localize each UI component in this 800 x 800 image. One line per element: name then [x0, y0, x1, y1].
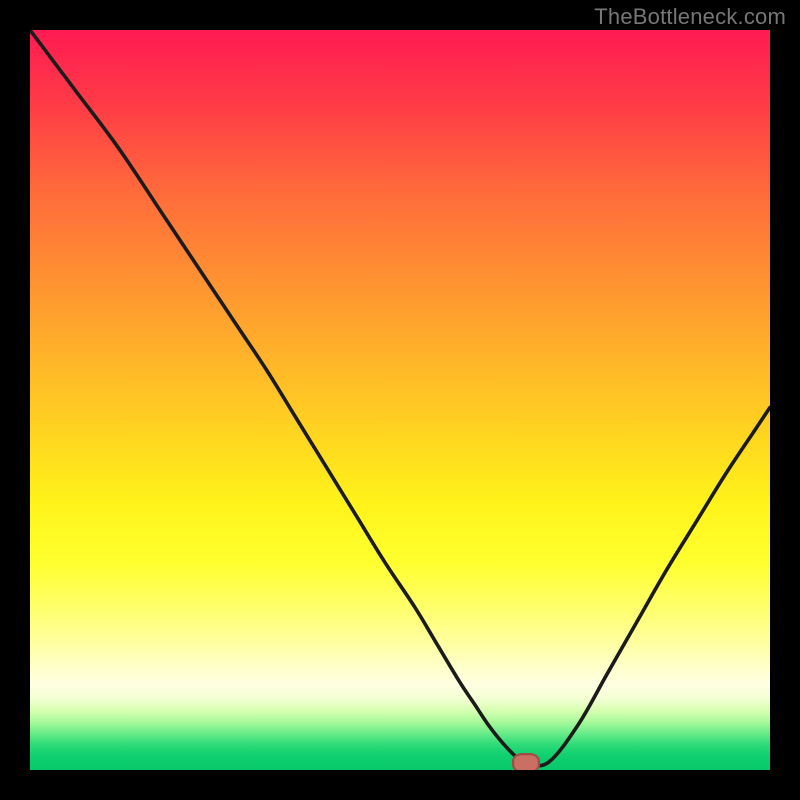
bottleneck-curve — [30, 30, 770, 766]
curve-svg — [30, 30, 770, 770]
chart-frame: TheBottleneck.com — [0, 0, 800, 800]
optimum-marker — [512, 753, 540, 770]
watermark-text: TheBottleneck.com — [594, 4, 786, 30]
plot-area — [30, 30, 770, 770]
